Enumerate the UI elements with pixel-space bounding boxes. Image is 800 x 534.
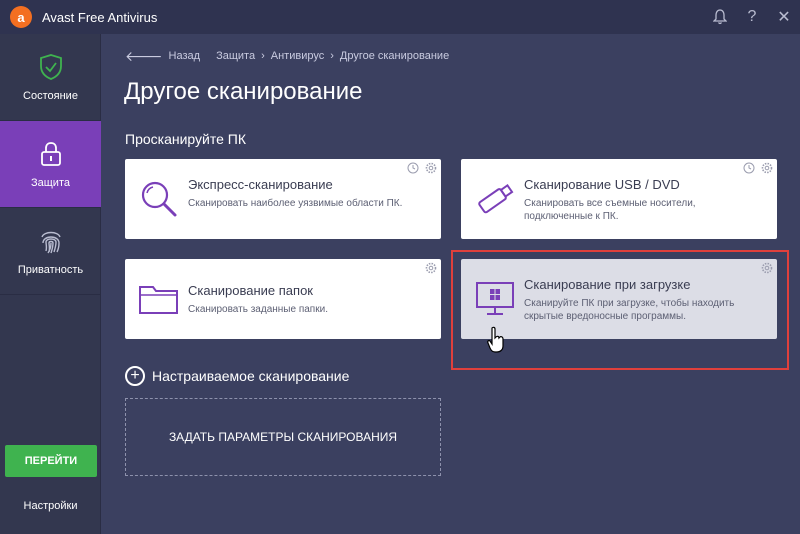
- window-controls: ? ✕: [704, 0, 800, 34]
- shield-check-icon: [37, 52, 65, 82]
- help-icon[interactable]: ?: [736, 0, 768, 34]
- gear-icon[interactable]: [425, 162, 437, 174]
- card-mini-icons: [743, 162, 773, 174]
- sidebar-item-status[interactable]: Состояние: [0, 34, 101, 121]
- clock-icon[interactable]: [407, 162, 419, 174]
- breadcrumb-separator: ›: [330, 50, 334, 62]
- close-icon[interactable]: ✕: [768, 0, 800, 34]
- fingerprint-icon: [37, 226, 65, 256]
- gear-icon[interactable]: [761, 162, 773, 174]
- card-mini-icons: [407, 162, 437, 174]
- breadcrumb-item-current: Другое сканирование: [339, 50, 450, 62]
- card-title: Сканирование USB / DVD: [524, 177, 680, 192]
- sidebar-item-label: Приватность: [17, 264, 84, 276]
- breadcrumb-item-antivirus[interactable]: Антивирус: [271, 50, 324, 62]
- app-title: Avast Free Antivirus: [42, 9, 158, 25]
- express-scan-card[interactable]: Экспресс-сканирование Сканировать наибол…: [125, 159, 441, 239]
- plus-circle-icon: +: [125, 366, 145, 386]
- page-title: Другое сканирование: [124, 78, 363, 105]
- arrow-left-icon: 🡐: [125, 48, 163, 64]
- magnifier-icon: [141, 181, 177, 217]
- go-button[interactable]: ПЕРЕЙТИ: [5, 445, 97, 477]
- main-content: 🡐 Назад Защита › Антивирус › Другое скан…: [101, 34, 800, 534]
- card-description: Сканировать наиболее уязвимые области ПК…: [188, 198, 403, 209]
- lock-icon: [37, 139, 65, 169]
- sidebar-item-privacy[interactable]: Приватность: [0, 208, 101, 295]
- breadcrumb-separator: ›: [261, 50, 265, 62]
- clock-icon[interactable]: [743, 162, 755, 174]
- card-title: Сканирование папок: [188, 283, 313, 298]
- back-label: Назад: [168, 50, 201, 62]
- section-title: Просканируйте ПК: [125, 131, 247, 147]
- breadcrumb: 🡐 Назад Защита › Антивирус › Другое скан…: [125, 49, 449, 63]
- folder-scan-card[interactable]: Сканирование папок Сканировать заданные …: [125, 259, 441, 339]
- avast-logo-icon: a: [10, 6, 32, 28]
- custom-scan-header[interactable]: + Настраиваемое сканирование: [125, 366, 349, 386]
- card-title: Экспресс-сканирование: [188, 177, 333, 192]
- bell-icon[interactable]: [704, 0, 736, 34]
- usb-dvd-scan-card[interactable]: Сканирование USB / DVD Сканировать все с…: [461, 159, 777, 239]
- card-description: Сканировать заданные папки.: [188, 304, 328, 315]
- sidebar: Состояние Защита Приватность ПЕРЕЙТИ Нас…: [0, 34, 101, 534]
- custom-scan-label: Настраиваемое сканирование: [152, 368, 350, 384]
- usb-drive-icon: [478, 184, 514, 214]
- title-bar: a Avast Free Antivirus ? ✕: [0, 0, 800, 34]
- configure-scan-button[interactable]: ЗАДАТЬ ПАРАМЕТРЫ СКАНИРОВАНИЯ: [125, 398, 441, 476]
- breadcrumb-item-protection[interactable]: Защита: [216, 50, 255, 62]
- back-button[interactable]: 🡐 Назад: [125, 49, 200, 63]
- folder-icon: [139, 286, 178, 314]
- sidebar-item-protection[interactable]: Защита: [0, 121, 101, 208]
- sidebar-item-label: Состояние: [23, 90, 78, 102]
- hand-cursor-icon: [487, 326, 504, 353]
- sidebar-item-label: Защита: [31, 177, 70, 189]
- gear-icon[interactable]: [425, 262, 437, 274]
- card-mini-icons: [425, 262, 437, 274]
- card-description: Сканировать все съемные носители, подклю…: [524, 198, 696, 222]
- settings-link[interactable]: Настройки: [0, 500, 101, 512]
